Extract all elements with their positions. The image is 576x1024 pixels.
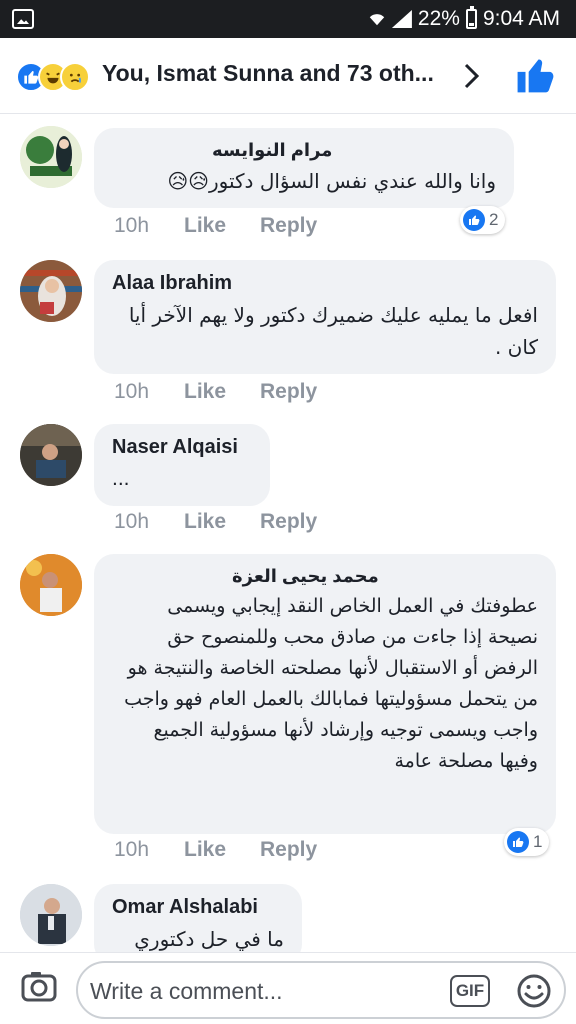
comment-actions: 10h Like Reply xyxy=(114,838,317,862)
avatar[interactable] xyxy=(20,884,82,946)
comment-actions: 10h Like Reply xyxy=(114,510,317,534)
comment-time: 10h xyxy=(114,214,150,237)
reactors-title[interactable]: You, Ismat Sunna and 73 oth... xyxy=(102,60,434,87)
reply-link[interactable]: Reply xyxy=(260,510,317,534)
comment-reaction-count[interactable]: 1 xyxy=(504,828,550,856)
comment-text: ... xyxy=(112,467,130,490)
comment-composer: GIF xyxy=(0,952,576,1024)
comment-bubble[interactable]: محمد يحيى العزة عطوفتك في العمل الخاص ال… xyxy=(94,554,556,834)
emoji-icon[interactable] xyxy=(516,973,552,1009)
image-icon xyxy=(12,9,34,29)
comment-time: 10h xyxy=(114,510,150,533)
comment-text: عطوفتك في العمل الخاص النقد إيجابي ويسمى… xyxy=(124,595,538,772)
comment-author[interactable]: محمد يحيى العزة xyxy=(112,566,538,587)
clock: 9:04 AM xyxy=(482,7,560,30)
comments-list[interactable]: مرام النوايسه وانا والله عندي نفس السؤال… xyxy=(0,114,576,952)
reactions-header[interactable]: You, Ismat Sunna and 73 oth... xyxy=(0,38,576,114)
reply-link[interactable]: Reply xyxy=(260,380,317,404)
gif-button[interactable]: GIF xyxy=(450,975,490,1007)
chevron-right-icon[interactable] xyxy=(462,61,482,91)
comment-input-box[interactable]: GIF xyxy=(76,961,566,1019)
camera-icon[interactable] xyxy=(20,967,58,1005)
avatar[interactable] xyxy=(20,260,82,322)
comment-text: افعل ما يمليه عليك ضميرك دكتور ولا يهم ا… xyxy=(128,303,538,359)
comment-author[interactable]: Omar Alshalabi xyxy=(112,896,284,919)
comment-bubble[interactable]: Omar Alshalabi ما في حل دكتوري xyxy=(94,884,302,952)
avatar[interactable] xyxy=(20,126,82,188)
avatar[interactable] xyxy=(20,424,82,486)
comment-time: 10h xyxy=(114,380,150,403)
comment-author[interactable]: مرام النوايسه xyxy=(112,140,496,161)
comment-input[interactable] xyxy=(90,975,440,1007)
comment-author[interactable]: Alaa Ibrahim xyxy=(112,272,538,295)
reaction-summary[interactable] xyxy=(16,62,90,92)
like-button-icon[interactable] xyxy=(516,56,554,94)
comment-bubble[interactable]: Alaa Ibrahim افعل ما يمليه عليك ضميرك دك… xyxy=(94,260,556,374)
battery-icon xyxy=(465,6,477,29)
battery-percent: 22% xyxy=(417,7,460,30)
comment-author[interactable]: Naser Alqaisi xyxy=(112,436,252,459)
like-link[interactable]: Like xyxy=(184,214,260,238)
like-link[interactable]: Like xyxy=(184,838,260,862)
comment-bubble[interactable]: مرام النوايسه وانا والله عندي نفس السؤال… xyxy=(94,128,514,208)
comment-time: 10h xyxy=(114,838,150,861)
like-link[interactable]: Like xyxy=(184,510,260,534)
comment-reaction-count[interactable]: 2 xyxy=(460,206,506,234)
comment-text: وانا والله عندي نفس السؤال دكتور😥😥 xyxy=(167,169,496,193)
reply-link[interactable]: Reply xyxy=(260,214,317,238)
like-reaction-icon xyxy=(463,209,485,231)
avatar[interactable] xyxy=(20,554,82,616)
status-indicators: 22% 9:04 AM xyxy=(368,6,560,31)
reply-link[interactable]: Reply xyxy=(260,838,317,862)
like-link[interactable]: Like xyxy=(184,380,260,404)
comment-bubble[interactable]: Naser Alqaisi ... xyxy=(94,424,270,506)
sad-reaction-icon xyxy=(60,62,90,92)
comment-actions: 10h Like Reply xyxy=(114,214,317,238)
wifi-icon xyxy=(369,14,385,26)
signal-icon xyxy=(392,10,412,28)
comment-text: ما في حل دكتوري xyxy=(134,927,284,951)
comment-actions: 10h Like Reply xyxy=(114,380,317,404)
like-reaction-icon xyxy=(507,831,529,853)
status-bar: 22% 9:04 AM xyxy=(0,0,576,38)
